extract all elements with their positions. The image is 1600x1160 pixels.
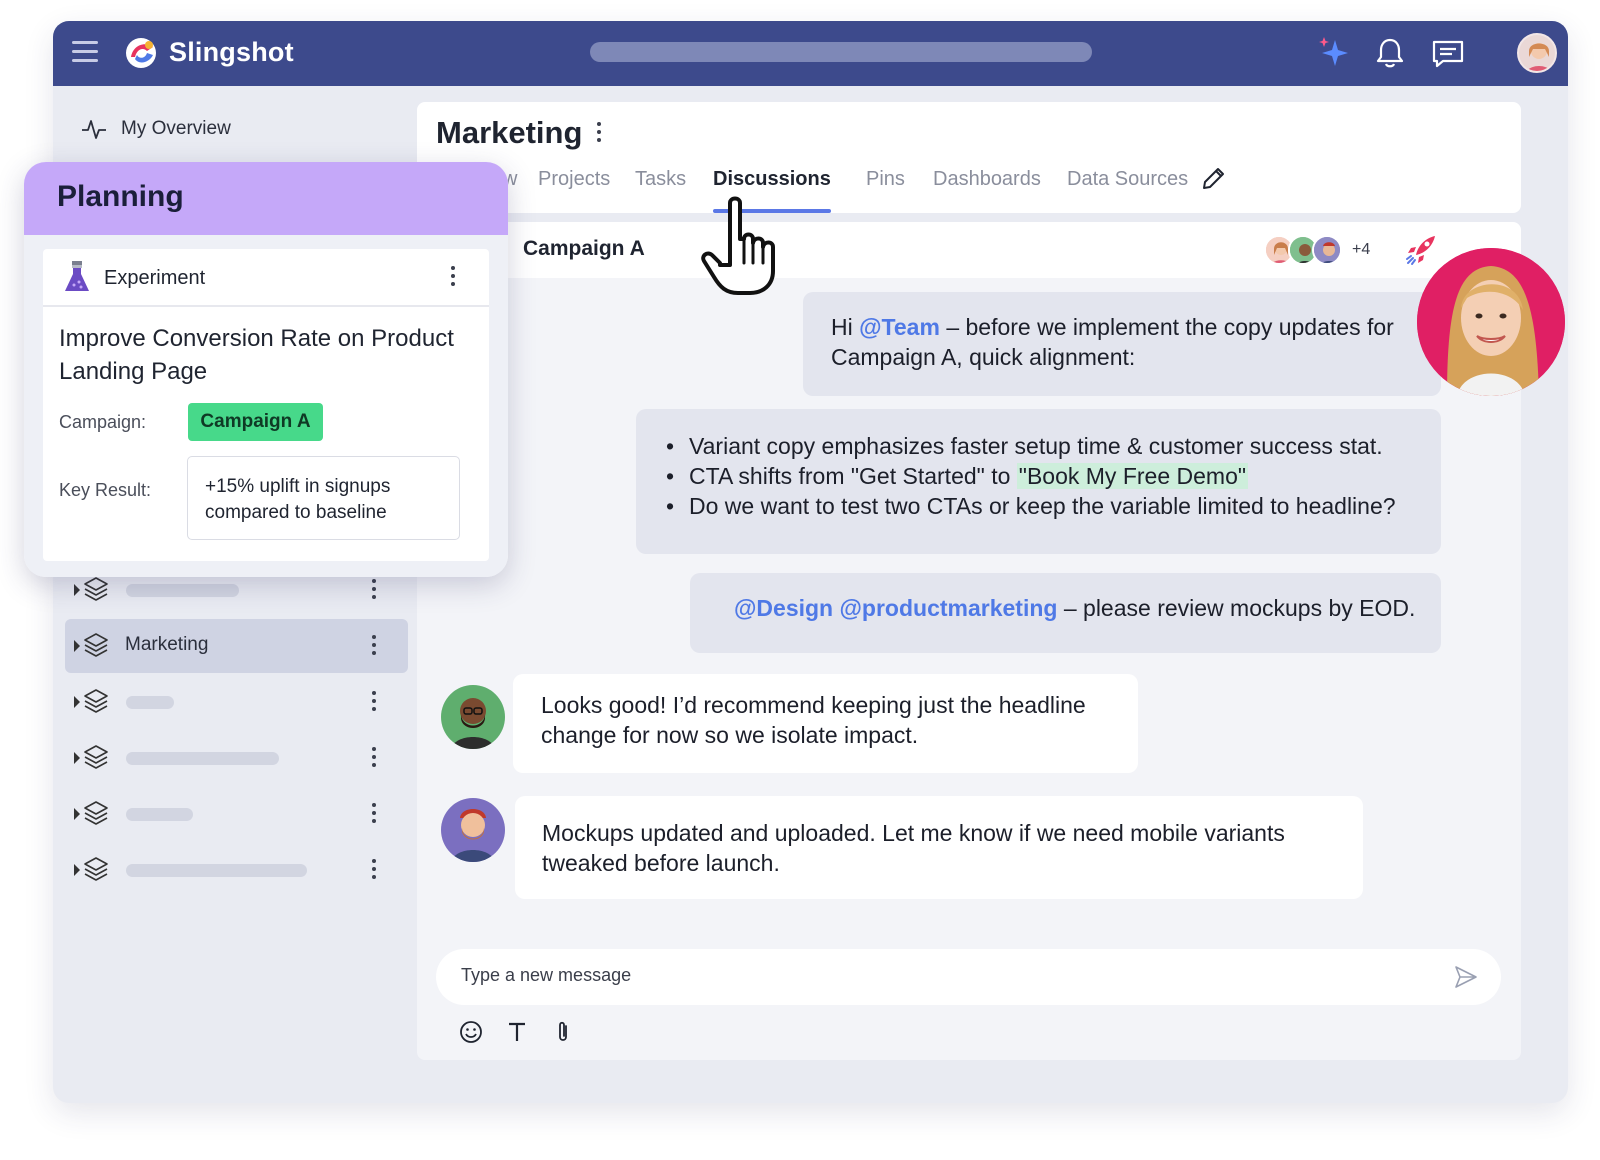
mention-link[interactable]: @Team: [859, 314, 940, 340]
sidebar-workspace-item-marketing[interactable]: Marketing: [65, 619, 408, 673]
user-avatar[interactable]: [1517, 33, 1557, 73]
bullet-item: CTA shifts from "Get Started" to "Book M…: [663, 461, 1414, 491]
channel-header: Campaign A +4: [417, 222, 1521, 278]
chat-icon[interactable]: [1429, 34, 1467, 72]
campaign-tag[interactable]: Campaign A: [188, 403, 323, 441]
send-icon[interactable]: [1453, 964, 1479, 990]
message-text: – please review mockups by EOD.: [1057, 595, 1416, 621]
more-options-icon[interactable]: [372, 635, 376, 657]
sidebar-item-my-overview[interactable]: My Overview: [81, 113, 231, 145]
experiment-card-header: Experiment: [43, 249, 489, 307]
flask-icon: [65, 261, 89, 291]
planning-card[interactable]: Planning Experiment Improve Conversion R…: [24, 162, 508, 577]
slingshot-logo-icon: [126, 38, 156, 68]
key-result-value[interactable]: +15% uplift in signups compared to basel…: [187, 456, 460, 540]
placeholder-bar: [126, 584, 239, 597]
sidebar-workspace-item[interactable]: [65, 731, 408, 785]
workspace-name: Marketing: [125, 634, 209, 655]
more-participants-count: +4: [1352, 241, 1371, 258]
layers-icon: [84, 857, 108, 881]
participant-avatars[interactable]: +4: [1264, 234, 1370, 266]
emoji-icon[interactable]: [457, 1018, 485, 1046]
title-more-options-icon[interactable]: [597, 122, 601, 144]
composer-placeholder: Type a new message: [461, 965, 632, 985]
layers-icon: [84, 577, 108, 601]
sidebar-workspace-item[interactable]: [65, 787, 408, 841]
planning-card-title: Planning: [57, 180, 184, 213]
collaborator-avatar: [1417, 248, 1565, 396]
expand-caret-icon[interactable]: [74, 864, 80, 876]
message-composer[interactable]: Type a new message: [436, 949, 1501, 1005]
message-bubble: Hi @Team – before we implement the copy …: [803, 292, 1441, 396]
planning-card-body: Experiment Improve Conversion Rate on Pr…: [24, 235, 508, 577]
mention-link[interactable]: @Design: [734, 595, 833, 621]
search-bar[interactable]: [590, 42, 1092, 62]
bullet-item: Do we want to test two CTAs or keep the …: [663, 491, 1414, 521]
more-options-icon[interactable]: [372, 691, 376, 713]
layers-icon: [84, 745, 108, 769]
tab-dashboards[interactable]: Dashboards: [933, 168, 1041, 213]
tab-data-sources[interactable]: Data Sources: [1067, 168, 1188, 213]
layers-icon: [84, 689, 108, 713]
more-options-icon[interactable]: [372, 579, 376, 601]
activity-icon: [82, 120, 106, 139]
more-options-icon[interactable]: [372, 747, 376, 769]
message-bubble: Variant copy emphasizes faster setup tim…: [636, 409, 1441, 554]
pencil-edit-icon[interactable]: [1200, 166, 1226, 192]
bullet-list: Variant copy emphasizes faster setup tim…: [663, 431, 1414, 521]
message-bubble: Looks good! I’d recommend keeping just t…: [513, 674, 1138, 773]
more-options-icon[interactable]: [451, 266, 455, 288]
highlighted-text: "Book My Free Demo": [1016, 463, 1249, 489]
tab-pins[interactable]: Pins: [866, 168, 905, 213]
sidebar-item-label: My Overview: [121, 118, 231, 139]
sparkle-ai-icon[interactable]: [1315, 34, 1353, 72]
placeholder-bar: [126, 864, 307, 877]
placeholder-bar: [126, 808, 193, 821]
experiment-type-label: Experiment: [104, 267, 206, 289]
message-text: Hi: [831, 314, 860, 340]
bullet-text: CTA shifts from "Get Started" to: [689, 463, 1017, 489]
expand-caret-icon[interactable]: [74, 752, 80, 764]
page-title: Marketing: [436, 115, 583, 150]
expand-caret-icon[interactable]: [74, 808, 80, 820]
sidebar-workspace-item[interactable]: [65, 675, 408, 729]
experiment-title: Improve Conversion Rate on Product Landi…: [59, 325, 454, 385]
rocket-icon[interactable]: [1404, 233, 1438, 267]
text-format-icon[interactable]: [503, 1018, 531, 1046]
sidebar-workspace-item[interactable]: [65, 843, 408, 897]
tab-tasks[interactable]: Tasks: [635, 168, 686, 213]
placeholder-bar: [126, 696, 174, 709]
more-options-icon[interactable]: [372, 859, 376, 881]
mention-link[interactable]: @productmarketing: [840, 595, 1058, 621]
campaign-field-label: Campaign:: [59, 412, 147, 432]
menu-icon[interactable]: [72, 41, 98, 63]
placeholder-bar: [126, 752, 279, 765]
message-bubble: Mockups updated and uploaded. Let me kno…: [515, 796, 1363, 899]
discussion-thread: Hi @Team – before we implement the copy …: [417, 278, 1521, 1060]
bell-icon[interactable]: [1371, 34, 1409, 72]
expand-caret-icon[interactable]: [74, 584, 80, 596]
key-result-field-label: Key Result:: [59, 480, 152, 500]
main-panel: Marketing w Projects Tasks Discussions P…: [417, 102, 1521, 1060]
more-options-icon[interactable]: [372, 803, 376, 825]
experiment-card[interactable]: Experiment Improve Conversion Rate on Pr…: [43, 249, 489, 561]
layers-icon: [84, 633, 108, 657]
author-avatar[interactable]: [441, 798, 505, 862]
author-avatar[interactable]: [441, 685, 505, 749]
hand-pointer-cursor-icon: [701, 196, 775, 295]
attachment-icon[interactable]: [549, 1018, 577, 1046]
workspace-header: Marketing w Projects Tasks Discussions P…: [417, 102, 1521, 213]
message-bubble: @Design @productmarketing – please revie…: [690, 573, 1441, 653]
bullet-item: Variant copy emphasizes faster setup tim…: [663, 431, 1414, 461]
expand-caret-icon[interactable]: [74, 640, 80, 652]
planning-card-header: Planning: [24, 162, 508, 235]
tab-projects[interactable]: Projects: [538, 168, 610, 213]
expand-caret-icon[interactable]: [74, 696, 80, 708]
tab-bar: w Projects Tasks Discussions Pins Dashbo…: [417, 168, 1521, 213]
brand-name: Slingshot: [169, 37, 294, 67]
participant-avatar: [1312, 235, 1342, 265]
top-bar: Slingshot: [53, 21, 1568, 86]
layers-icon: [84, 801, 108, 825]
channel-name: Campaign A: [523, 237, 645, 260]
